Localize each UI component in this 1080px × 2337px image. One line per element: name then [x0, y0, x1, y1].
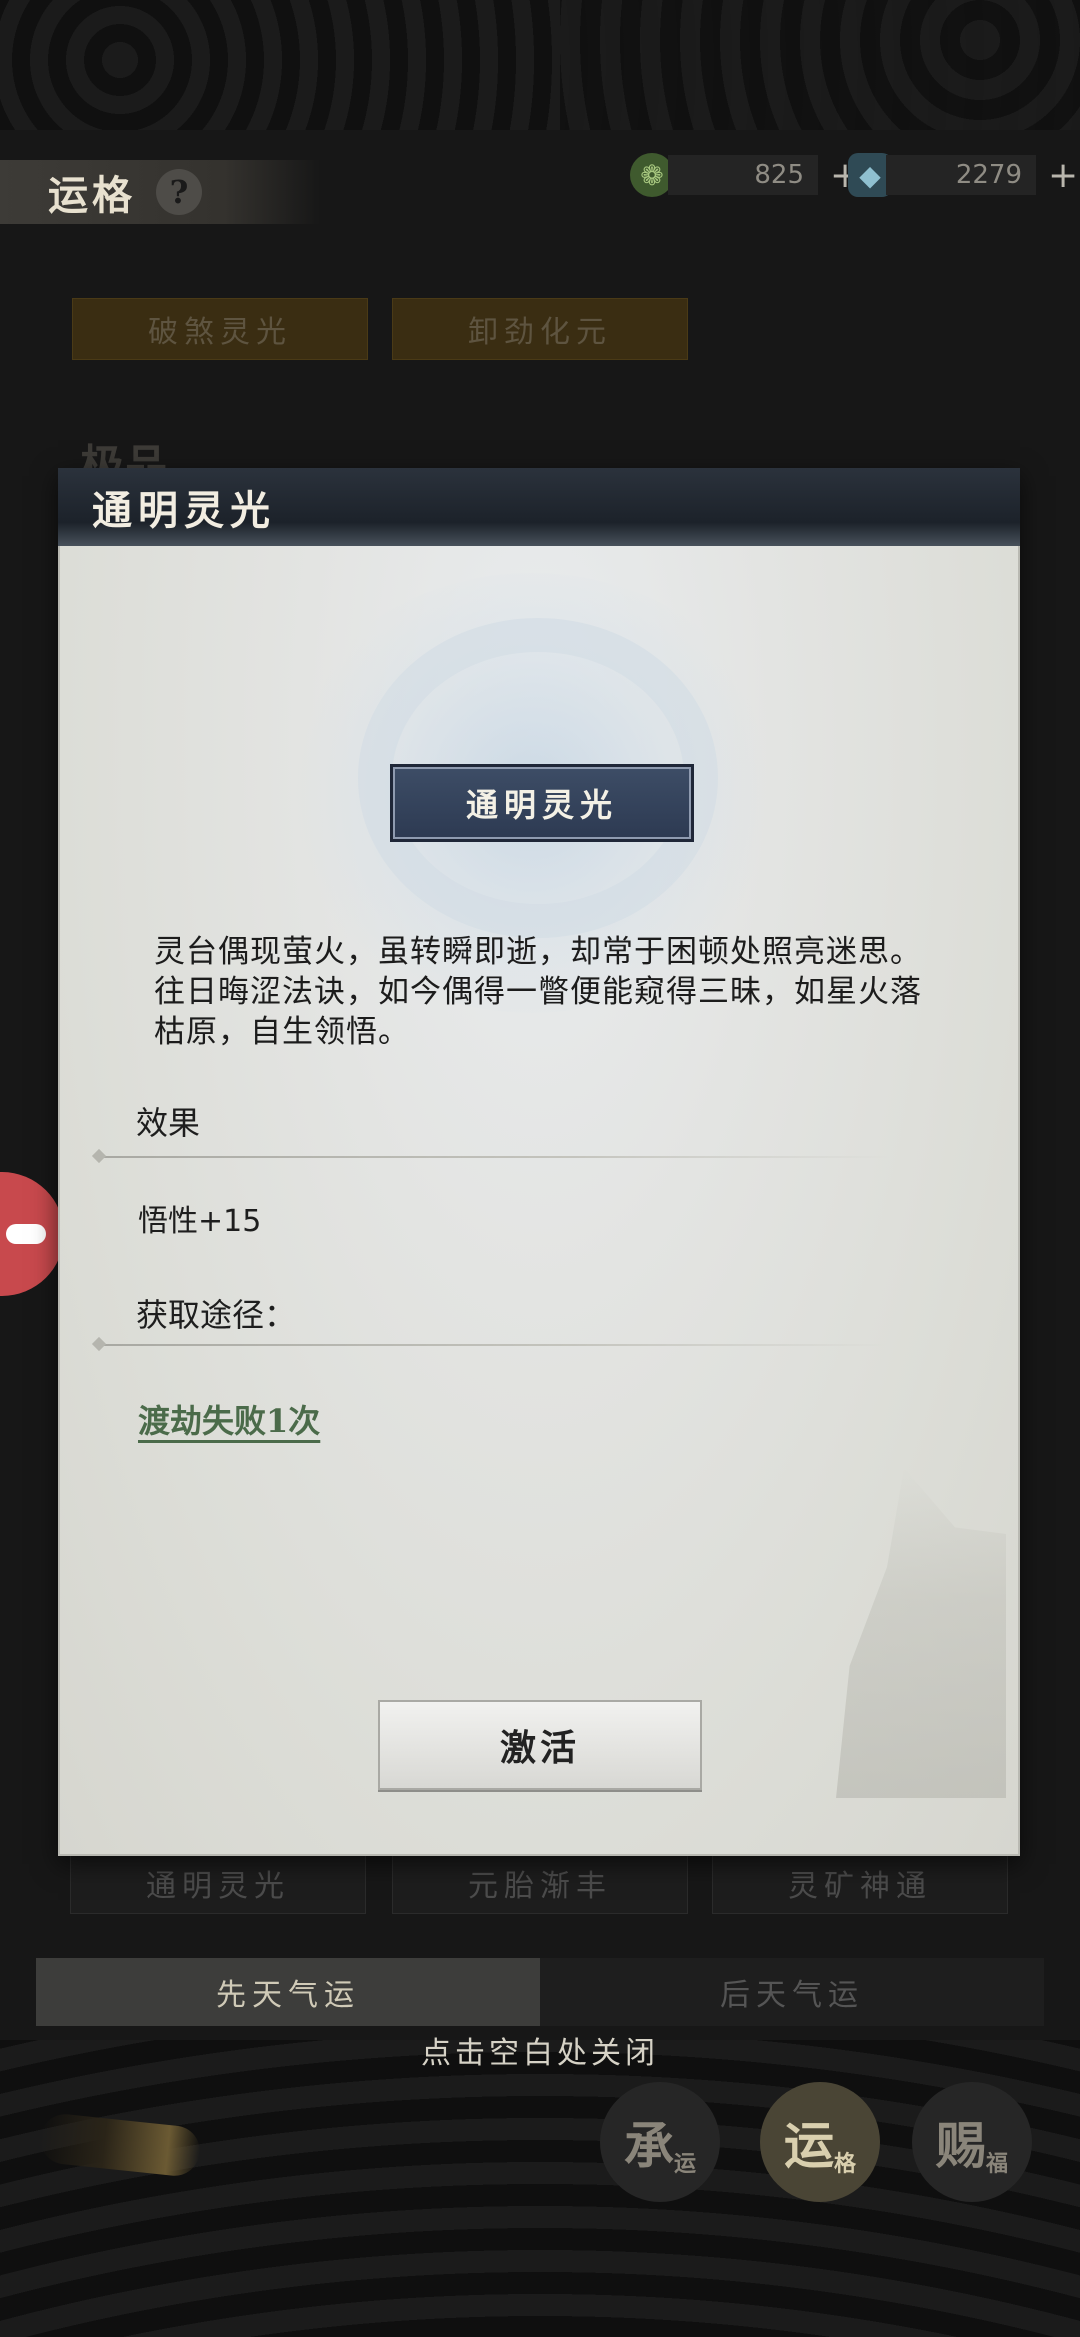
currency-spirit-stone: ◆ 2279 +	[848, 148, 1078, 202]
assistant-icon	[6, 1224, 46, 1244]
bottom-decor-band	[0, 2040, 1080, 2337]
nav-label: 赐	[935, 2116, 986, 2175]
add-currency-button[interactable]: +	[1048, 155, 1078, 196]
item-description: 灵台偶现萤火，虽转瞬即逝，却常于困顿处照亮迷思。往日晦涩法诀，如今偶得一瞥便能窥…	[154, 934, 922, 1050]
source-divider	[98, 1344, 888, 1346]
currency-value: 825	[668, 155, 818, 195]
nav-label: 运	[783, 2116, 834, 2175]
nav-label: 承	[623, 2116, 674, 2175]
help-icon[interactable]: ?	[156, 169, 202, 215]
page-title-bar: 运格 ?	[0, 160, 320, 224]
source-label: 获取途径：	[136, 1296, 297, 1334]
page-title: 运格	[48, 172, 136, 219]
currency-value: 2279	[886, 155, 1036, 195]
modal-title: 通明灵光	[92, 487, 276, 534]
nav-cifu-button[interactable]: 赐福	[912, 2082, 1032, 2202]
detail-modal: 通明灵光 通明灵光 灵台偶现萤火，虽转瞬即逝，却常于困顿处照亮迷思。往日晦涩法诀…	[58, 468, 1020, 1856]
source-link[interactable]: 渡劫失败1次	[138, 1396, 320, 1442]
item-name-badge: 通明灵光	[390, 764, 694, 842]
tab-poshaling[interactable]: 破煞灵光	[72, 298, 368, 360]
effect-label: 效果	[136, 1104, 201, 1142]
item-yuantai[interactable]: 元胎渐丰	[392, 1852, 688, 1914]
currency-jade: ❁ 825 +	[630, 148, 860, 202]
nav-chengyun-button[interactable]: 承运	[600, 2082, 720, 2202]
modal-header: 通明灵光	[58, 468, 1020, 546]
nav-yunge-button[interactable]: 运格	[760, 2082, 880, 2202]
nav-sublabel: 格	[833, 2151, 856, 2177]
tab-xiantian[interactable]: 先天气运	[36, 1958, 540, 2026]
effect-value: 悟性+15	[138, 1204, 262, 1239]
effect-divider	[98, 1156, 888, 1158]
tab-xiejin[interactable]: 卸劲化元	[392, 298, 688, 360]
item-tongming[interactable]: 通明灵光	[70, 1852, 366, 1914]
ink-mountain-decoration	[836, 1468, 1006, 1798]
item-lingkuang[interactable]: 灵矿神通	[712, 1852, 1008, 1914]
close-hint[interactable]: 点击空白处关闭	[0, 2028, 1080, 2072]
activate-button[interactable]: 激活	[378, 1700, 702, 1790]
top-decor-band-right	[560, 0, 1080, 130]
nav-sublabel: 福	[985, 2151, 1008, 2177]
nav-sublabel: 运	[673, 2151, 696, 2177]
tab-houtian[interactable]: 后天气运	[540, 1958, 1044, 2026]
